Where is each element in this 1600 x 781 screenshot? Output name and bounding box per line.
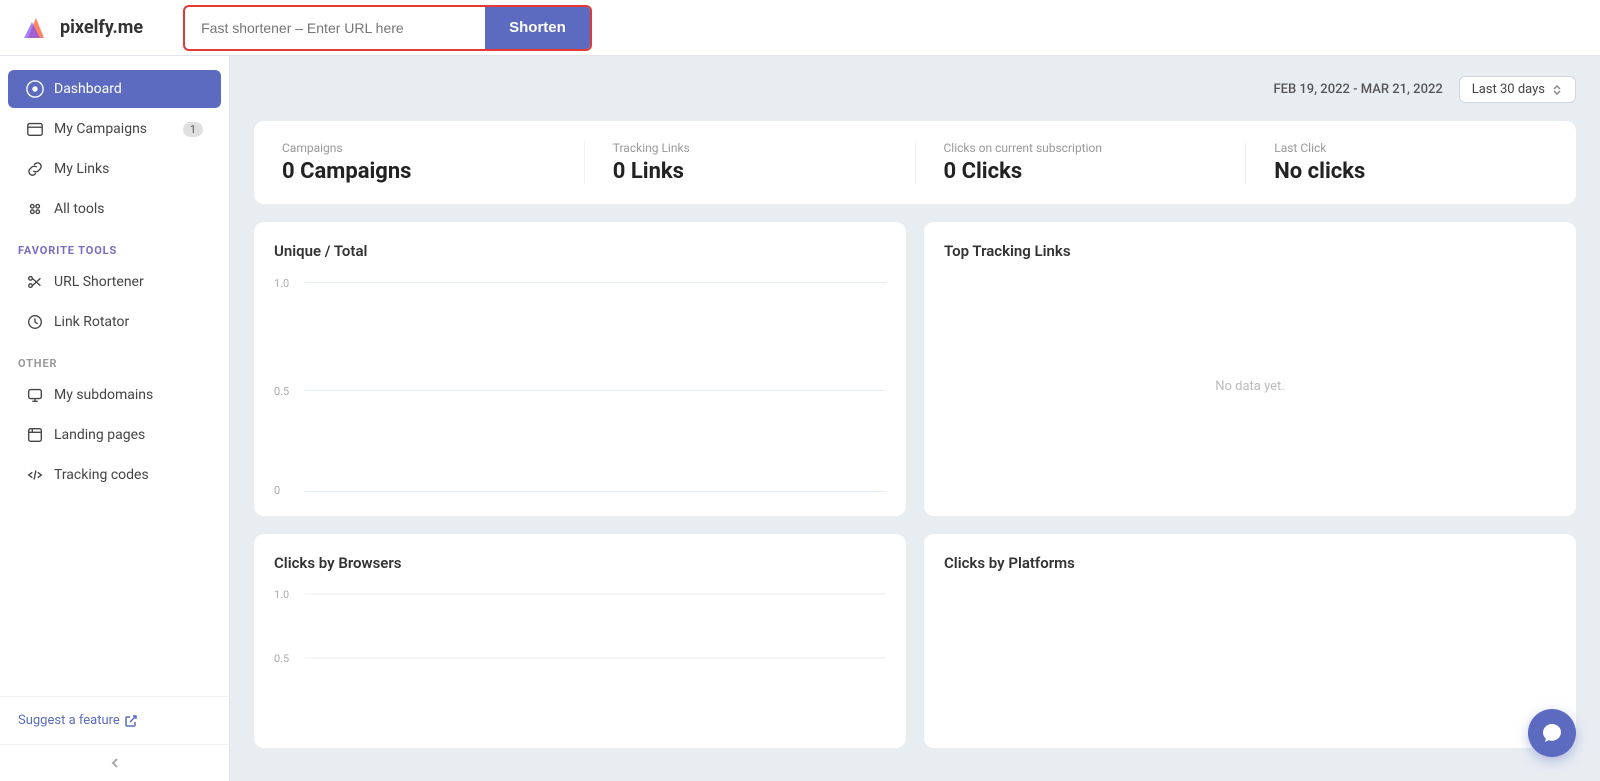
unique-total-area: 1.0 0.5 0 12AM 3AM 6AM 9AM 12PM 3PM xyxy=(274,276,886,496)
sidebar-label-dashboard: Dashboard xyxy=(54,81,122,97)
bottom-charts-row: Clicks by Browsers 1.0 0.5 Clicks by Pla… xyxy=(254,534,1576,748)
landing-icon xyxy=(26,426,44,444)
clicks-by-browsers-title: Clicks by Browsers xyxy=(274,554,886,572)
clicks-by-browsers-area: 1.0 0.5 xyxy=(274,588,886,728)
sidebar-nav: Dashboard My Campaigns 1 My Links xyxy=(0,56,229,696)
stat-links: Tracking Links 0 Links xyxy=(585,141,916,184)
dashboard-icon xyxy=(26,80,44,98)
topbar: pixelfy.me Shorten xyxy=(0,0,1600,56)
sidebar-label-my-subdomains: My subdomains xyxy=(54,387,153,403)
svg-text:0: 0 xyxy=(274,484,280,496)
unique-total-svg: 1.0 0.5 0 12AM 3AM 6AM 9AM 12PM 3PM xyxy=(274,276,886,496)
top-tracking-links-area: No data yet. xyxy=(944,276,1556,496)
clicks-by-platforms-chart: Clicks by Platforms xyxy=(924,534,1576,748)
sidebar-label-url-shortener: URL Shortener xyxy=(54,274,144,290)
chevron-left-icon xyxy=(107,755,123,771)
sidebar-label-link-rotator: Link Rotator xyxy=(54,314,129,330)
stat-links-label: Tracking Links xyxy=(613,141,887,155)
unique-total-title: Unique / Total xyxy=(274,242,886,260)
sidebar-item-my-subdomains[interactable]: My subdomains xyxy=(8,376,221,414)
logo: pixelfy.me xyxy=(20,12,143,44)
content-header: FEB 19, 2022 - MAR 21, 2022 Last 30 days xyxy=(254,76,1576,103)
no-data-text: No data yet. xyxy=(944,276,1556,496)
svg-text:1.0: 1.0 xyxy=(274,277,289,290)
app-name: pixelfy.me xyxy=(60,17,143,38)
period-select-label: Last 30 days xyxy=(1472,82,1545,97)
sidebar-collapse-button[interactable] xyxy=(0,744,229,781)
svg-text:0.5: 0.5 xyxy=(274,652,289,664)
stat-campaigns-value: 0 Campaigns xyxy=(282,159,556,184)
rotator-icon xyxy=(26,313,44,331)
sidebar-label-tracking-codes: Tracking codes xyxy=(54,467,149,483)
link-icon xyxy=(26,160,44,178)
stat-clicks: Clicks on current subscription 0 Clicks xyxy=(916,141,1247,184)
stat-clicks-label: Clicks on current subscription xyxy=(944,141,1218,155)
top-tracking-links-title: Top Tracking Links xyxy=(944,242,1556,260)
top-tracking-links-chart: Top Tracking Links No data yet. xyxy=(924,222,1576,516)
favorite-tools-section: FAVORITE TOOLS xyxy=(0,230,229,261)
sidebar-item-tracking-codes[interactable]: Tracking codes xyxy=(8,456,221,494)
sidebar-label-all-tools: All tools xyxy=(54,201,104,217)
sidebar-item-my-links[interactable]: My Links xyxy=(8,150,221,188)
sidebar-item-dashboard[interactable]: Dashboard xyxy=(8,70,221,108)
main-content: FEB 19, 2022 - MAR 21, 2022 Last 30 days… xyxy=(230,56,1600,781)
scissors-icon xyxy=(26,273,44,291)
sidebar-label-my-campaigns: My Campaigns xyxy=(54,121,147,137)
stat-last-click: Last Click No clicks xyxy=(1246,141,1576,184)
sidebar: Dashboard My Campaigns 1 My Links xyxy=(0,56,230,781)
sidebar-item-landing-pages[interactable]: Landing pages xyxy=(8,416,221,454)
code-icon xyxy=(26,466,44,484)
date-range-text: FEB 19, 2022 - MAR 21, 2022 xyxy=(1273,82,1442,97)
stat-campaigns-label: Campaigns xyxy=(282,141,556,155)
clicks-by-browsers-chart: Clicks by Browsers 1.0 0.5 xyxy=(254,534,906,748)
url-input[interactable] xyxy=(185,12,485,44)
sidebar-item-all-tools[interactable]: All tools xyxy=(8,190,221,228)
campaigns-icon xyxy=(26,120,44,138)
charts-row: Unique / Total 1.0 0.5 0 12AM 3AM xyxy=(254,222,1576,516)
stat-last-click-label: Last Click xyxy=(1274,141,1548,155)
tools-icon xyxy=(26,200,44,218)
sidebar-bottom: Suggest a feature xyxy=(0,696,229,744)
external-link-icon xyxy=(125,715,137,727)
main-layout: Dashboard My Campaigns 1 My Links xyxy=(0,56,1600,781)
suggest-feature-label: Suggest a feature xyxy=(18,713,120,728)
chevron-up-down-icon xyxy=(1551,84,1563,96)
clicks-by-platforms-title: Clicks by Platforms xyxy=(944,554,1556,572)
period-select[interactable]: Last 30 days xyxy=(1459,76,1576,103)
svg-text:0.5: 0.5 xyxy=(274,385,289,398)
shorten-button[interactable]: Shorten xyxy=(485,7,590,49)
stat-clicks-value: 0 Clicks xyxy=(944,159,1218,184)
subdomain-icon xyxy=(26,386,44,404)
chat-icon xyxy=(1541,722,1563,744)
suggest-feature-link[interactable]: Suggest a feature xyxy=(18,713,211,728)
sidebar-item-link-rotator[interactable]: Link Rotator xyxy=(8,303,221,341)
stat-last-click-value: No clicks xyxy=(1274,159,1548,184)
stat-campaigns: Campaigns 0 Campaigns xyxy=(254,141,585,184)
svg-text:1.0: 1.0 xyxy=(274,588,289,600)
sidebar-item-url-shortener[interactable]: URL Shortener xyxy=(8,263,221,301)
stats-row: Campaigns 0 Campaigns Tracking Links 0 L… xyxy=(254,121,1576,204)
sidebar-label-landing-pages: Landing pages xyxy=(54,427,145,443)
url-shortener-bar: Shorten xyxy=(183,5,592,51)
sidebar-item-my-campaigns[interactable]: My Campaigns 1 xyxy=(8,110,221,148)
logo-icon xyxy=(20,12,52,44)
other-section: OTHER xyxy=(0,343,229,374)
sidebar-label-my-links: My Links xyxy=(54,161,109,177)
chat-button[interactable] xyxy=(1528,709,1576,757)
campaigns-badge: 1 xyxy=(183,122,203,137)
stat-links-value: 0 Links xyxy=(613,159,887,184)
clicks-by-browsers-svg: 1.0 0.5 xyxy=(274,588,886,728)
unique-total-chart: Unique / Total 1.0 0.5 0 12AM 3AM xyxy=(254,222,906,516)
